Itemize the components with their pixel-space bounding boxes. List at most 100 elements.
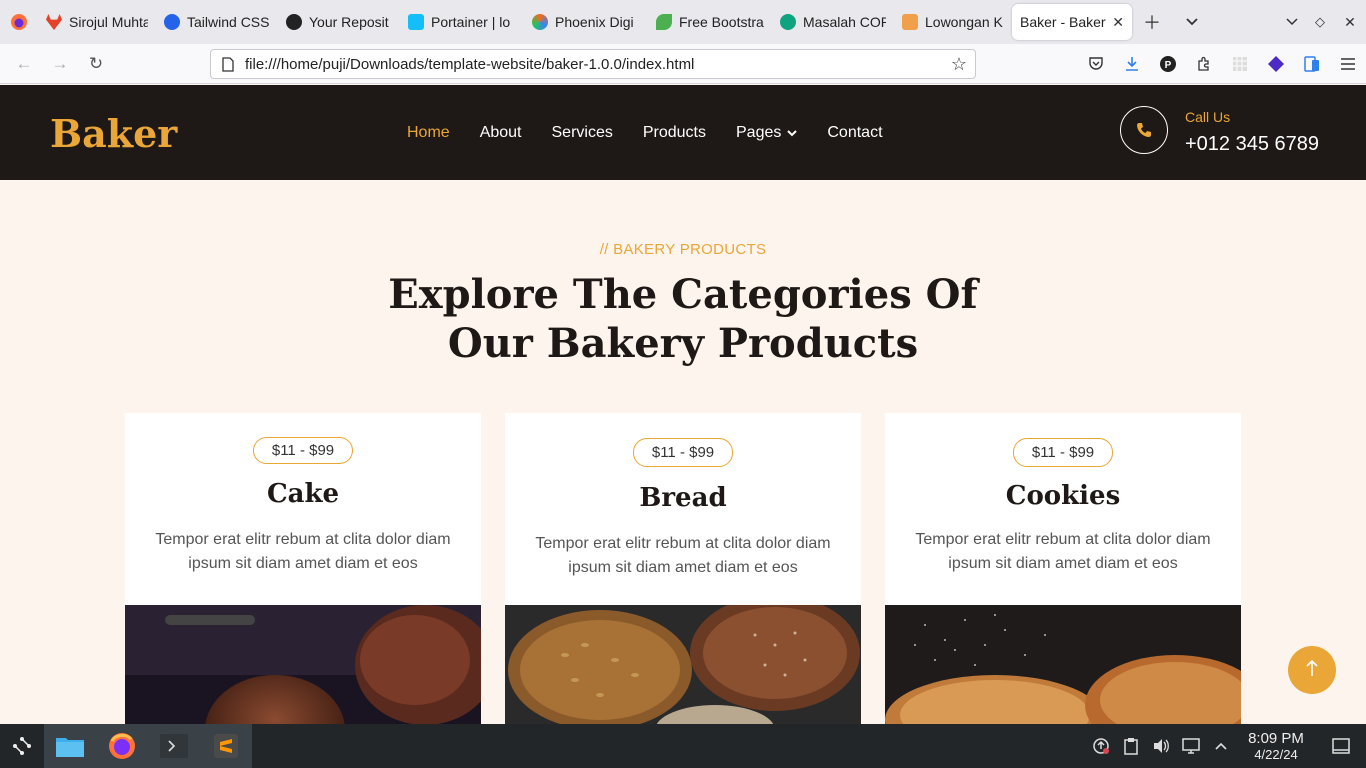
cookies-image <box>885 605 1241 733</box>
site-header: Baker Home About Services Products Pages… <box>0 85 1366 180</box>
chevron-down-icon <box>787 124 798 142</box>
phoenix-icon <box>532 14 548 30</box>
download-icon[interactable] <box>1114 44 1150 84</box>
product-card-cookies[interactable]: $11 - $99 Cookies Tempor erat elitr rebu… <box>885 413 1241 733</box>
browser-tab[interactable]: Your Reposit <box>278 0 400 44</box>
minimize-icon[interactable] <box>1278 0 1306 44</box>
card-description: Tempor erat elitr rebum at clita dolor d… <box>915 531 1211 572</box>
card-description: Tempor erat elitr rebum at clita dolor d… <box>155 531 451 572</box>
browser-tab-active[interactable]: Baker - Bakery ✕ <box>1012 4 1132 40</box>
section-title-line2: Our Bakery Products <box>447 320 919 367</box>
responsive-design-icon[interactable] <box>1294 44 1330 84</box>
clock[interactable]: 8:09 PM 4/22/24 <box>1236 731 1316 762</box>
hamburger-menu-icon[interactable] <box>1330 44 1366 84</box>
product-card-cake[interactable]: $11 - $99 Cake Tempor erat elitr rebum a… <box>125 413 481 733</box>
nav-pages[interactable]: Pages <box>736 123 798 142</box>
nav-pages-label: Pages <box>736 123 782 141</box>
arrow-up-icon <box>1305 659 1319 682</box>
url-bar[interactable]: file:///home/puji/Downloads/template-web… <box>210 49 976 79</box>
card-description: Tempor erat elitr rebum at clita dolor d… <box>535 535 831 576</box>
call-us-label: Call Us <box>1185 109 1231 125</box>
tab-title: Phoenix Digi <box>555 14 634 30</box>
tab-title: Free Bootstra <box>679 14 764 30</box>
reload-icon[interactable]: ↻ <box>78 44 114 84</box>
grid-extension-icon[interactable] <box>1222 44 1258 84</box>
svg-text:P: P <box>1165 60 1172 71</box>
nav-services[interactable]: Services <box>552 124 613 142</box>
layers-extension-icon[interactable] <box>1258 44 1294 84</box>
portainer-icon <box>408 14 424 30</box>
nav-products[interactable]: Products <box>643 124 706 142</box>
tab-title: Sirojul Muhta <box>69 14 148 30</box>
back-arrow-icon[interactable]: ← <box>6 44 42 84</box>
browser-tab-strip: Sirojul Muhta Tailwind CSS Your Reposit … <box>0 0 1366 44</box>
browser-tab[interactable]: Lowongan K <box>894 0 1012 44</box>
forward-arrow-icon[interactable]: → <box>42 44 78 84</box>
clock-date: 4/22/24 <box>1254 746 1298 762</box>
profile-icon[interactable]: P <box>1150 44 1186 84</box>
github-icon <box>286 14 302 30</box>
section-title-line1: Explore The Categories Of <box>388 271 978 318</box>
nav-home[interactable]: Home <box>407 124 450 142</box>
app-launcher-icon[interactable] <box>0 724 44 768</box>
bookmark-star-icon[interactable]: ☆ <box>951 54 967 75</box>
card-title: Bread <box>639 483 727 513</box>
brand-logo[interactable]: Baker <box>50 111 177 156</box>
nav-about[interactable]: About <box>480 124 522 142</box>
browser-tab[interactable]: Portainer | lo <box>400 0 524 44</box>
file-manager-icon[interactable] <box>44 724 96 768</box>
gitlab-icon <box>46 14 62 30</box>
price-badge: $11 - $99 <box>633 438 733 467</box>
tray-expand-chevron-icon[interactable] <box>1206 741 1236 751</box>
browser-toolbar: ← → ↻ file:///home/puji/Downloads/templa… <box>0 44 1366 84</box>
page-icon <box>211 56 245 72</box>
card-title: Cookies <box>1005 481 1121 511</box>
back-to-top-button[interactable] <box>1288 646 1336 694</box>
product-card-bread[interactable]: $11 - $99 Bread Tempor erat elitr rebum … <box>505 413 861 733</box>
main-nav: Home About Services Products Pages Conta… <box>392 85 898 180</box>
price-badge: $11 - $99 <box>1013 438 1113 467</box>
tab-title: Masalah COR <box>803 14 886 30</box>
close-tab-icon[interactable]: ✕ <box>1112 14 1124 31</box>
tab-title: Your Reposit <box>309 14 389 30</box>
volume-icon[interactable] <box>1146 738 1176 754</box>
new-tab-button[interactable]: ＋ <box>1132 0 1172 44</box>
tab-title: Baker - Bakery <box>1020 14 1107 30</box>
close-window-icon[interactable]: ✕ <box>1334 0 1366 44</box>
section-tag: // BAKERY PRODUCTS <box>599 241 767 258</box>
tab-title: Lowongan K <box>925 14 1003 30</box>
price-badge: $11 - $99 <box>253 437 353 464</box>
leaf-icon <box>656 14 672 30</box>
terminal-icon[interactable] <box>148 724 200 768</box>
browser-tab[interactable]: Masalah COR <box>772 0 894 44</box>
firefox-icon[interactable] <box>96 724 148 768</box>
tab-list-chevron-icon[interactable] <box>1172 0 1212 44</box>
card-title: Cake <box>266 479 340 509</box>
pocket-icon[interactable] <box>1078 44 1114 84</box>
browser-tab[interactable]: Tailwind CSS <box>156 0 278 44</box>
phone-icon <box>1120 106 1168 154</box>
bread-image <box>505 605 861 733</box>
browser-tab[interactable]: Phoenix Digi <box>524 0 648 44</box>
update-notifier-icon[interactable] <box>1086 737 1116 755</box>
taskbar: 8:09 PM 4/22/24 <box>0 724 1366 768</box>
nav-contact[interactable]: Contact <box>827 124 882 142</box>
show-desktop-icon[interactable] <box>1316 738 1366 754</box>
tab-title: Portainer | lo <box>431 14 511 30</box>
sublime-text-icon[interactable] <box>200 724 252 768</box>
extensions-icon[interactable] <box>1186 44 1222 84</box>
clipboard-icon[interactable] <box>1116 737 1146 755</box>
restore-icon[interactable]: ◇ <box>1306 0 1334 44</box>
call-number: +012 345 6789 <box>1185 133 1320 155</box>
chatgpt-icon <box>780 14 796 30</box>
clock-time: 8:09 PM <box>1248 729 1304 747</box>
browser-tab[interactable]: Free Bootstra <box>648 0 772 44</box>
tab-title: Tailwind CSS <box>187 14 270 30</box>
browser-tab[interactable]: Sirojul Muhta <box>38 0 156 44</box>
cake-image <box>125 605 481 733</box>
firefox-view-icon[interactable] <box>0 0 38 44</box>
doc-icon <box>902 14 918 30</box>
url-text: file:///home/puji/Downloads/template-web… <box>245 55 695 73</box>
section-title: Explore The Categories Of Our Bakery Pro… <box>0 270 1366 368</box>
network-icon[interactable] <box>1176 738 1206 754</box>
